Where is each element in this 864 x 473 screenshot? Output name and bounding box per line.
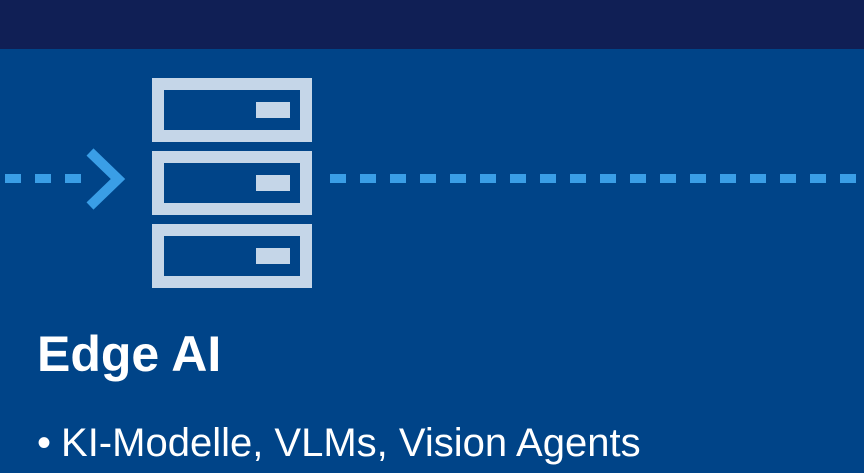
- bullet-symbol: •: [37, 421, 52, 465]
- server-unit: [152, 151, 312, 215]
- list-item: • KI-Modelle, VLMs, Vision Agents: [37, 414, 641, 472]
- outgoing-dashed-line: [330, 174, 864, 183]
- incoming-dashed-line: [5, 174, 87, 183]
- arrow-right-icon: [86, 148, 126, 210]
- server-rack-icon: [152, 78, 312, 288]
- top-bar: [0, 0, 864, 49]
- section-title: Edge AI: [37, 326, 222, 382]
- slide: Edge AI • KI-Modelle, VLMs, Vision Agents: [0, 0, 864, 473]
- list-item-text: KI-Modelle, VLMs, Vision Agents: [61, 421, 641, 465]
- feature-list: • KI-Modelle, VLMs, Vision Agents: [37, 414, 641, 472]
- server-unit: [152, 224, 312, 288]
- server-unit: [152, 78, 312, 142]
